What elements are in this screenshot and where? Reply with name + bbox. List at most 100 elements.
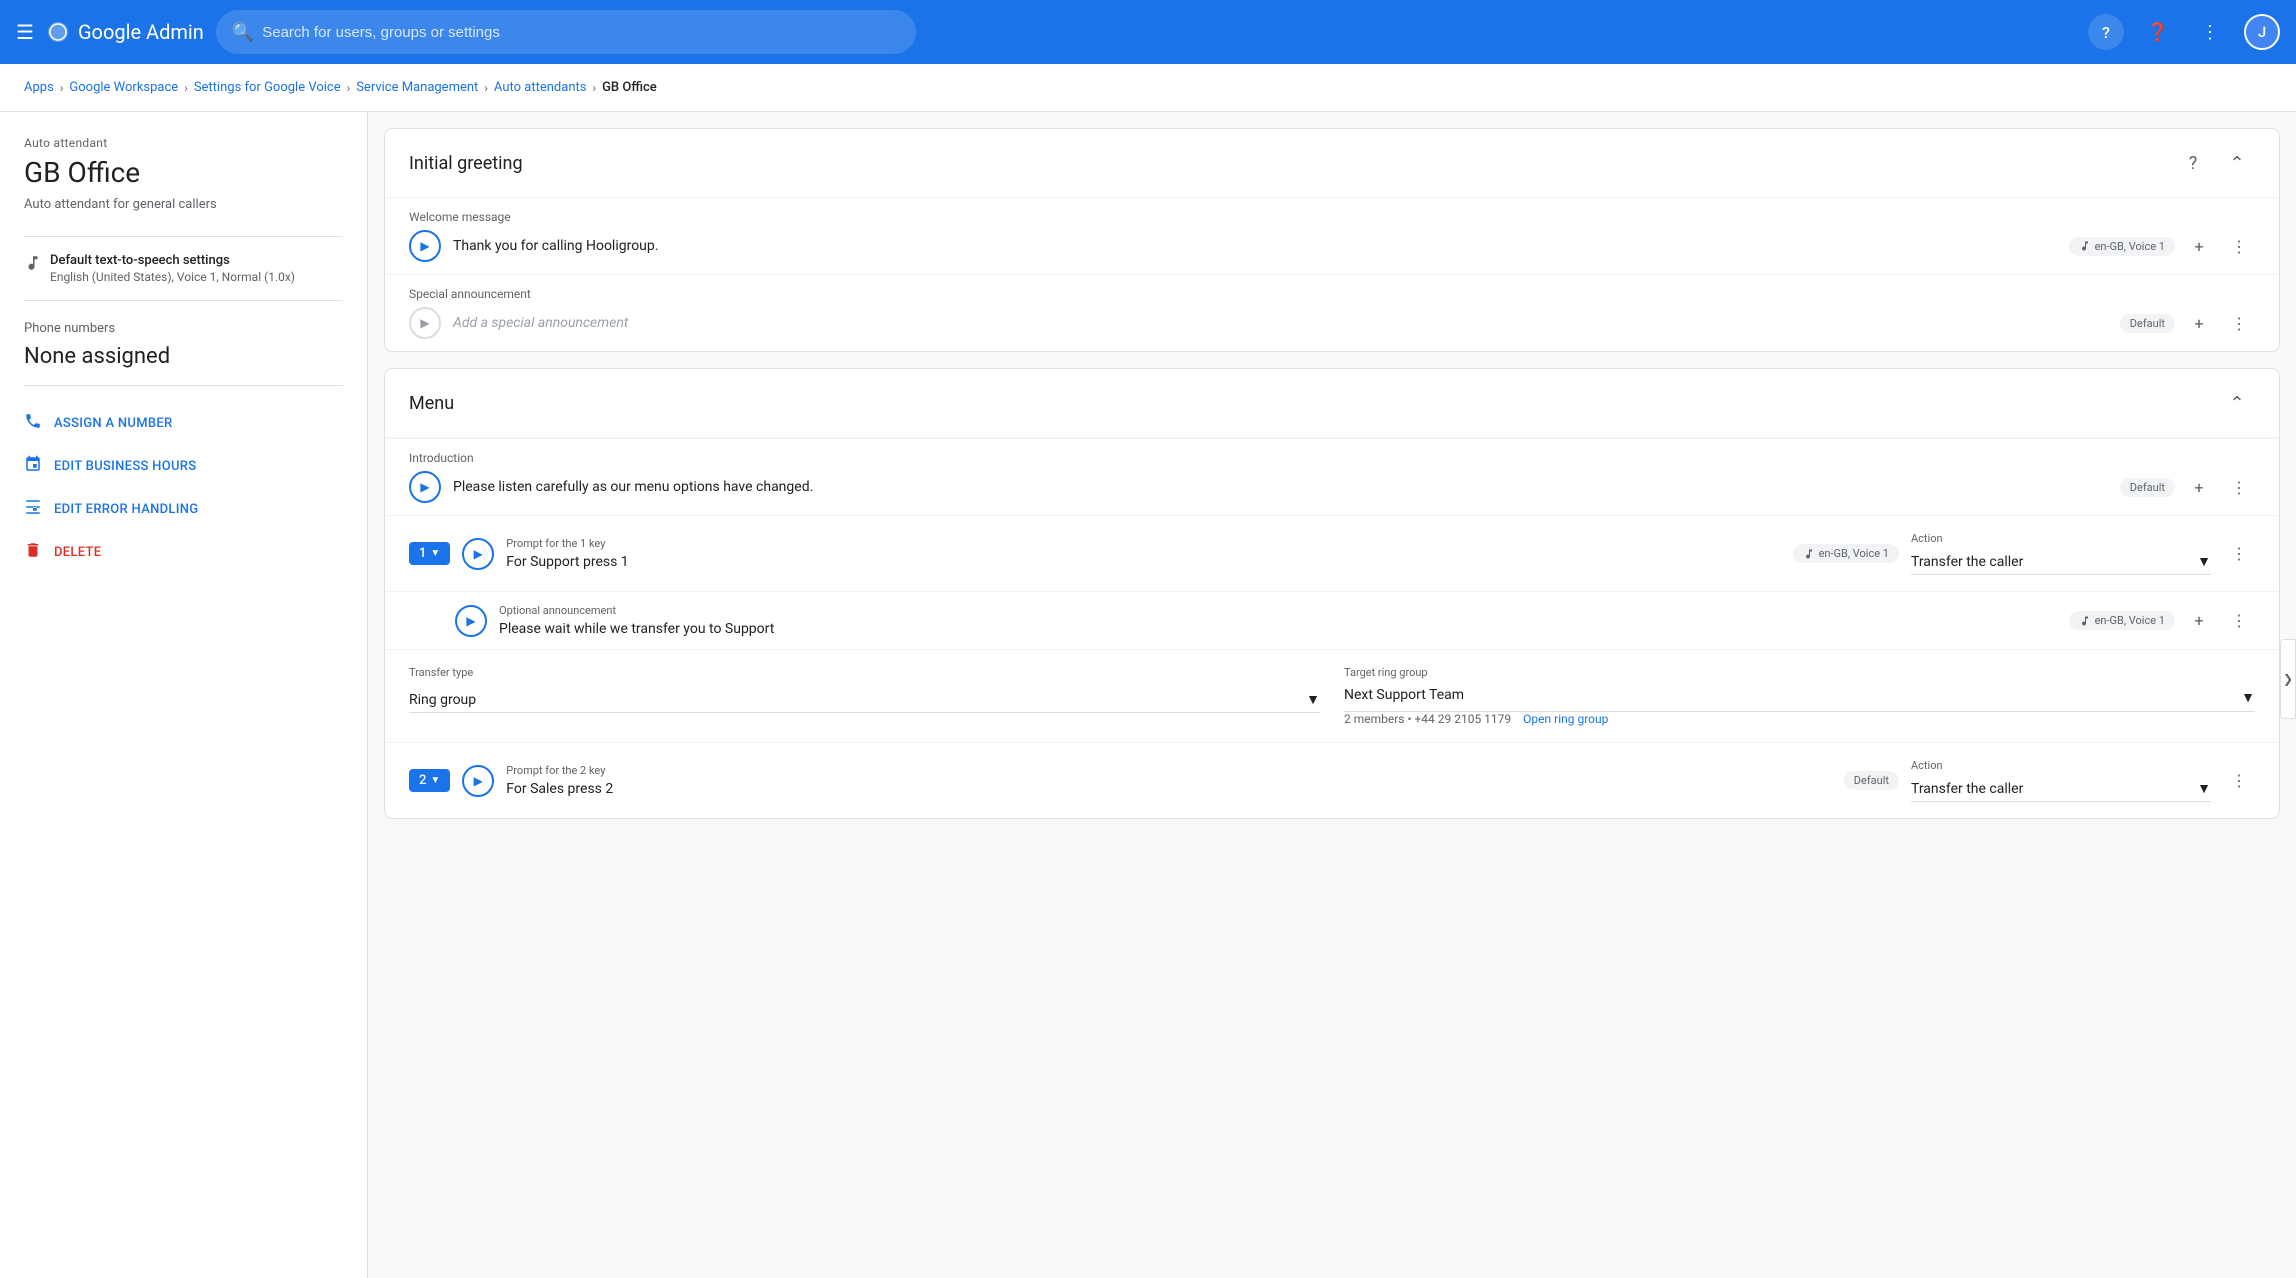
- transfer-type-col: Transfer type Ring group ▼: [409, 666, 1320, 726]
- menu-card: Menu ⌃ Introduction ▶ Please listen care…: [384, 368, 2280, 819]
- initial-greeting-icons: ? ⌃: [2175, 145, 2255, 181]
- welcome-message-text: Thank you for calling Hooligroup.: [453, 238, 2057, 254]
- key2-badge[interactable]: 2 ▼: [409, 769, 450, 792]
- transfer-type-select[interactable]: Ring group ▼: [409, 687, 1320, 713]
- breadcrumb-sep-1: ›: [60, 81, 64, 95]
- special-announcement-content: ▶ Add a special announcement Default + ⋮: [409, 307, 2255, 339]
- key2-action-select[interactable]: Transfer the caller ▼: [1911, 776, 2211, 802]
- content-area: Initial greeting ? ⌃ Welcome message ▶ T…: [368, 112, 2296, 1278]
- key1-play-button[interactable]: ▶: [462, 538, 494, 570]
- key1-optional-label: Optional announcement: [499, 604, 2057, 617]
- edit-business-hours-label: EDIT BUSINESS HOURS: [54, 459, 196, 474]
- breadcrumb-voice-settings[interactable]: Settings for Google Voice: [194, 80, 341, 95]
- key1-action-select[interactable]: Transfer the caller ▼: [1911, 549, 2211, 575]
- breadcrumb-apps[interactable]: Apps: [24, 80, 54, 95]
- app-title: Google Admin: [78, 20, 204, 44]
- key1-voice-text: en-GB, Voice 1: [1819, 547, 1889, 560]
- special-more-icon[interactable]: ⋮: [2223, 307, 2255, 339]
- menu-collapse-icon[interactable]: ⌃: [2219, 385, 2255, 421]
- key2-prompt-label: Prompt for the 2 key: [506, 764, 1832, 777]
- search-input[interactable]: [262, 24, 900, 41]
- welcome-play-button[interactable]: ▶: [409, 230, 441, 262]
- key1-optional-voice-text: en-GB, Voice 1: [2095, 614, 2165, 627]
- breadcrumb-service-management[interactable]: Service Management: [356, 80, 478, 95]
- welcome-message-actions: en-GB, Voice 1 + ⋮: [2069, 230, 2255, 262]
- phone-icon: [24, 412, 42, 435]
- assign-number-label: ASSIGN A NUMBER: [54, 416, 173, 431]
- welcome-add-icon[interactable]: +: [2183, 230, 2215, 262]
- avatar[interactable]: J: [2244, 14, 2280, 50]
- target-ring-group-label: Target ring group: [1344, 666, 2255, 679]
- key1-optional-more-icon[interactable]: ⋮: [2223, 605, 2255, 637]
- edit-error-handling-label: EDIT ERROR HANDLING: [54, 502, 198, 517]
- collapse-panel[interactable]: ❯: [2280, 639, 2296, 719]
- special-play-button[interactable]: ▶: [409, 307, 441, 339]
- key1-action-value: Transfer the caller: [1911, 554, 2023, 570]
- key2-number: 2: [419, 773, 426, 788]
- question-icon[interactable]: ❓: [2140, 14, 2176, 50]
- apps-grid-icon[interactable]: ⋮: [2192, 14, 2228, 50]
- assign-number-button[interactable]: ASSIGN A NUMBER: [24, 402, 343, 445]
- main-layout: Auto attendant GB Office Auto attendant …: [0, 112, 2296, 1278]
- initial-greeting-help-icon[interactable]: ?: [2175, 145, 2211, 181]
- delete-button[interactable]: DELETE: [24, 531, 343, 574]
- help-icon[interactable]: ?: [2088, 14, 2124, 50]
- special-announcement-label: Special announcement: [409, 287, 2255, 301]
- sidebar: Auto attendant GB Office Auto attendant …: [0, 112, 368, 1278]
- breadcrumb-auto-attendants[interactable]: Auto attendants: [494, 80, 587, 95]
- target-ring-group-value: Next Support Team: [1344, 687, 1464, 707]
- key1-row: 1 ▼ ▶ Prompt for the 1 key For Support p…: [385, 515, 2279, 591]
- target-ring-group-area: Next Support Team ▼: [1344, 687, 2255, 712]
- introduction-add-icon[interactable]: +: [2183, 471, 2215, 503]
- introduction-badge: Default: [2120, 478, 2175, 497]
- key1-badge[interactable]: 1 ▼: [409, 542, 450, 565]
- key1-optional-content: Optional announcement Please wait while …: [499, 604, 2057, 637]
- breadcrumb: Apps › Google Workspace › Settings for G…: [0, 64, 2296, 112]
- target-ring-group-col: Target ring group Next Support Team ▼ 2 …: [1344, 666, 2255, 726]
- phone-numbers-value: None assigned: [24, 344, 343, 369]
- calendar-icon: [24, 455, 42, 478]
- key1-optional-text: Please wait while we transfer you to Sup…: [499, 621, 2057, 637]
- breadcrumb-sep-4: ›: [484, 81, 488, 95]
- auto-attendant-label: Auto attendant: [24, 136, 343, 150]
- target-ring-group-chevron[interactable]: ▼: [2241, 689, 2255, 706]
- initial-greeting-collapse-icon[interactable]: ⌃: [2219, 145, 2255, 181]
- open-ring-group-link[interactable]: Open ring group: [1523, 712, 1608, 726]
- introduction-play-button[interactable]: ▶: [409, 471, 441, 503]
- key2-action-chevron: ▼: [2197, 780, 2211, 797]
- introduction-actions: Default + ⋮: [2120, 471, 2255, 503]
- transfer-type-chevron: ▼: [1306, 691, 1320, 708]
- key2-play-button[interactable]: ▶: [462, 765, 494, 797]
- delete-icon: [24, 541, 42, 564]
- menu-icon[interactable]: ☰: [16, 20, 34, 44]
- breadcrumb-workspace[interactable]: Google Workspace: [69, 80, 178, 95]
- key1-optional-play-button[interactable]: ▶: [455, 605, 487, 637]
- introduction-more-icon[interactable]: ⋮: [2223, 471, 2255, 503]
- special-voice-badge: Default: [2120, 314, 2175, 333]
- breadcrumb-gb-office: GB Office: [602, 80, 657, 95]
- edit-error-handling-button[interactable]: EDIT ERROR HANDLING: [24, 488, 343, 531]
- key2-chevron: ▼: [430, 775, 440, 786]
- breadcrumb-sep-5: ›: [592, 81, 596, 95]
- welcome-message-label: Welcome message: [409, 210, 2255, 224]
- delete-label: DELETE: [54, 545, 101, 560]
- key2-action-value: Transfer the caller: [1911, 781, 2023, 797]
- transfer-details-row: Transfer type Ring group ▼ Target ring g…: [385, 649, 2279, 742]
- edit-business-hours-button[interactable]: EDIT BUSINESS HOURS: [24, 445, 343, 488]
- special-add-icon[interactable]: +: [2183, 307, 2215, 339]
- key1-voice-badge: en-GB, Voice 1: [1793, 544, 1899, 563]
- edit-routing-icon: [24, 498, 42, 521]
- key1-more-icon[interactable]: ⋮: [2223, 538, 2255, 570]
- breadcrumb-sep-2: ›: [184, 81, 188, 95]
- key1-optional-add-icon[interactable]: +: [2183, 605, 2215, 637]
- key1-number: 1: [419, 546, 426, 561]
- ring-group-name: Next Support Team: [1344, 687, 1464, 703]
- key1-optional-row: ▶ Optional announcement Please wait whil…: [385, 591, 2279, 649]
- google-admin-logo: [46, 20, 70, 44]
- special-announcement-actions: Default + ⋮: [2120, 307, 2255, 339]
- top-bar-right: ? ❓ ⋮ J: [2088, 14, 2280, 50]
- key2-more-icon[interactable]: ⋮: [2223, 765, 2255, 797]
- search-bar[interactable]: 🔍: [216, 10, 916, 54]
- introduction-row: Introduction ▶ Please listen carefully a…: [385, 438, 2279, 515]
- welcome-more-icon[interactable]: ⋮: [2223, 230, 2255, 262]
